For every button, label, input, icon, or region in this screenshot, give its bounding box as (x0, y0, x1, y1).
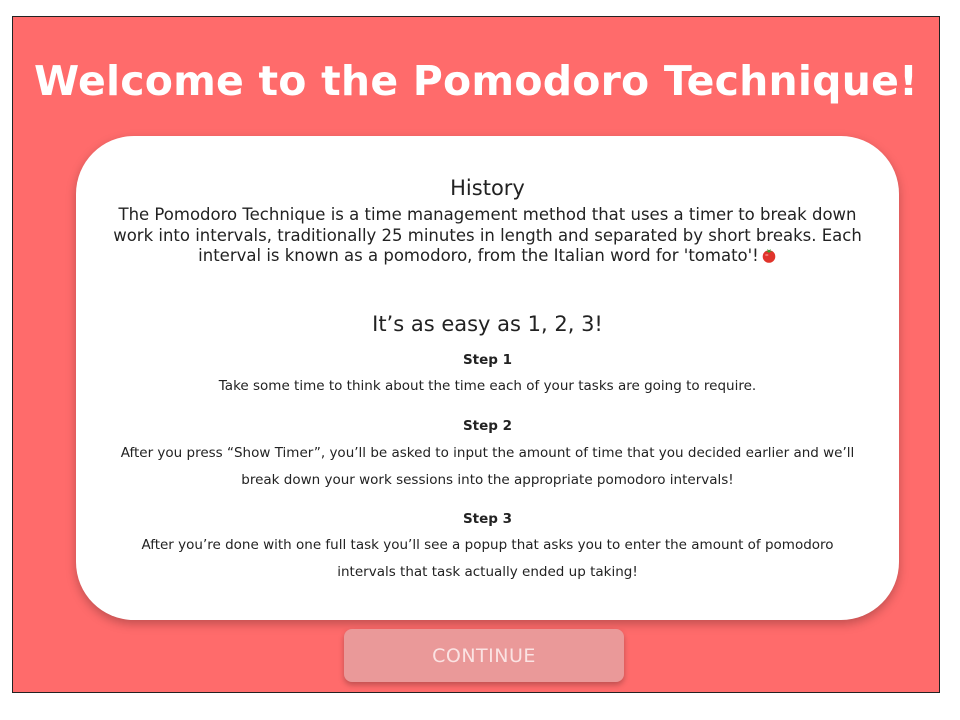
history-heading: History (450, 176, 525, 200)
step-2-text: After you press “Show Timer”, you’ll be … (120, 445, 855, 488)
history-text: The Pomodoro Technique is a time managem… (113, 205, 862, 265)
info-card: History The Pomodoro Technique is a time… (76, 136, 899, 620)
continue-button[interactable]: CONTINUE (344, 629, 624, 682)
step-1-title: Step 1 (462, 352, 513, 368)
steps-heading: It’s as easy as 1, 2, 3! (372, 312, 603, 336)
step-2-title: Step 2 (462, 418, 513, 434)
tomato-icon (762, 249, 776, 263)
step-1-text: Take some time to think about the time e… (218, 378, 757, 394)
welcome-page: Welcome to the Pomodoro Technique! Histo… (12, 16, 940, 693)
history-paragraph: The Pomodoro Technique is a time managem… (106, 205, 869, 267)
page-title: Welcome to the Pomodoro Technique! (34, 57, 918, 105)
step-3-text: After you’re done with one full task you… (141, 537, 834, 580)
step-3-title: Step 3 (462, 511, 513, 527)
